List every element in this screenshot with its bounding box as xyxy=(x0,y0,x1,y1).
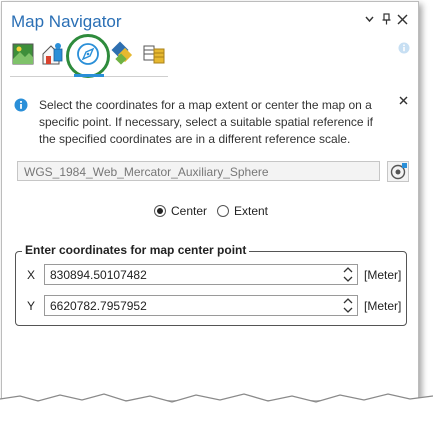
extent-option[interactable]: Extent xyxy=(217,204,268,218)
close-pane-icon[interactable] xyxy=(397,14,408,25)
center-radio[interactable] xyxy=(154,205,166,217)
pane-title: Map Navigator xyxy=(11,12,122,31)
y-spinner-icon[interactable] xyxy=(341,296,355,315)
x-unit: [Meter] xyxy=(364,268,402,282)
center-label: Center xyxy=(171,204,208,218)
pin-icon[interactable] xyxy=(382,13,391,25)
x-spinner-icon[interactable] xyxy=(341,265,355,284)
info-icon[interactable] xyxy=(398,42,410,54)
chevron-down-icon[interactable] xyxy=(365,16,374,23)
table-icon[interactable] xyxy=(141,41,167,67)
torn-edge xyxy=(0,393,433,421)
bookmarks-icon[interactable] xyxy=(40,41,66,67)
y-coordinate-input[interactable]: 6620782.7957952 xyxy=(44,295,358,316)
map-image-icon[interactable] xyxy=(11,41,37,67)
y-unit: [Meter] xyxy=(364,299,402,313)
globe-settings-icon xyxy=(390,163,407,180)
spatial-reference-button[interactable] xyxy=(387,161,409,182)
active-tab-indicator xyxy=(74,74,104,77)
spatial-reference-field[interactable]: WGS_1984_Web_Mercator_Auxiliary_Sphere xyxy=(17,161,380,181)
extent-radio[interactable] xyxy=(217,205,229,217)
dismiss-message-icon[interactable] xyxy=(399,96,408,105)
extent-label: Extent xyxy=(234,204,269,218)
message-info-icon xyxy=(14,98,28,112)
map-navigator-pane: Map Navigator Select the coordinates for… xyxy=(1,1,419,401)
x-coordinate-input[interactable]: 830894.50107482 xyxy=(44,264,358,285)
highlight-ring xyxy=(66,34,110,78)
y-label: Y xyxy=(27,299,36,313)
layers-icon[interactable] xyxy=(110,41,136,67)
x-label: X xyxy=(27,268,36,282)
center-option[interactable]: Center xyxy=(154,204,207,218)
coordinates-group-label: Enter coordinates for map center point xyxy=(22,243,250,257)
instruction-message: Select the coordinates for a map extent … xyxy=(39,98,373,146)
